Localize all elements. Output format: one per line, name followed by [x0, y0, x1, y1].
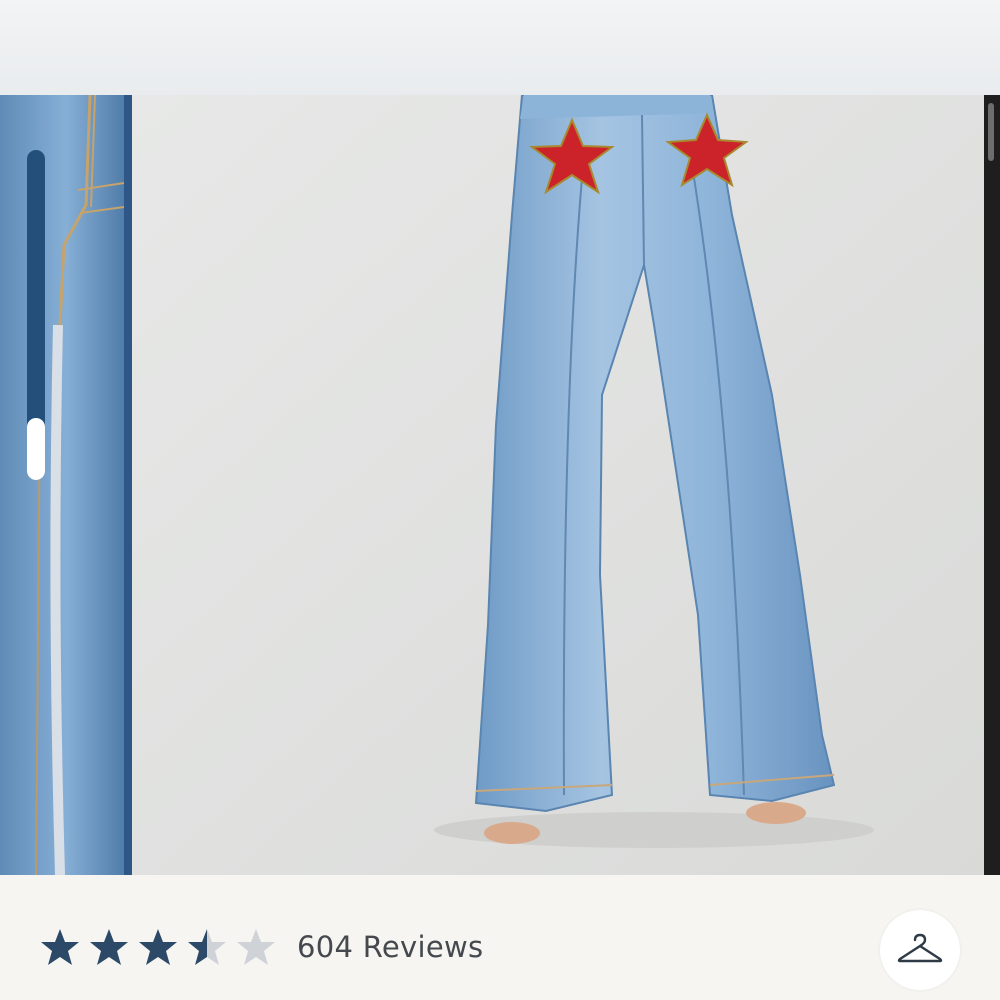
reviews-count-link[interactable]: 604 Reviews: [297, 930, 483, 964]
empty-star-icon: [237, 929, 275, 965]
page-scrollbar[interactable]: [988, 103, 994, 161]
hanger-icon: [897, 933, 943, 963]
image-scroll-indicator[interactable]: [27, 150, 45, 480]
product-summary-bar: 604 Reviews: [0, 875, 1000, 1000]
product-main-image[interactable]: [132, 95, 1000, 875]
product-image-gallery[interactable]: [0, 95, 1000, 875]
star-icon: [139, 929, 177, 965]
gallery-thumbnail[interactable]: [0, 95, 132, 875]
image-scroll-thumb[interactable]: [27, 418, 45, 480]
top-header-bar: [0, 0, 1000, 95]
star-icon: [41, 929, 79, 965]
save-to-closet-button[interactable]: [880, 910, 960, 990]
star-icon: [90, 929, 128, 965]
star-rating[interactable]: 604 Reviews: [40, 927, 483, 967]
half-star-icon: [188, 929, 226, 965]
